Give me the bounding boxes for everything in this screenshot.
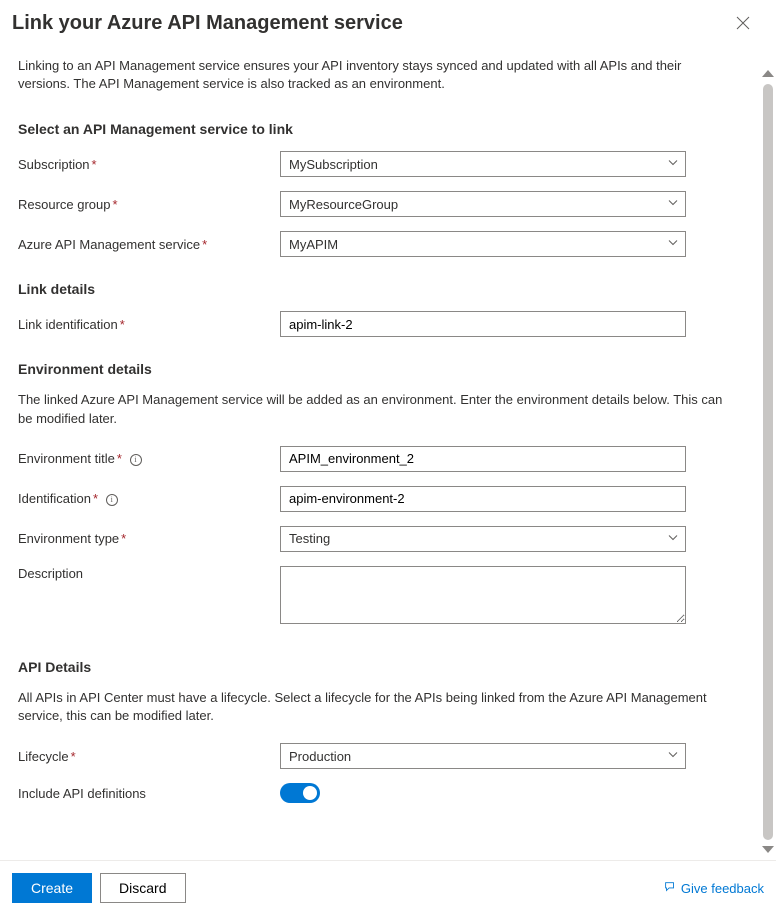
intro-text: Linking to an API Management service ens…: [18, 57, 736, 93]
panel-footer: Create Discard Give feedback: [0, 860, 776, 915]
section-api-heading: API Details: [18, 659, 736, 675]
input-env-title[interactable]: [280, 446, 686, 472]
row-link-id: Link identification*: [18, 311, 736, 337]
scrollbar-thumb[interactable]: [763, 84, 773, 840]
dropdown-lifecycle[interactable]: Production: [280, 743, 686, 769]
dropdown-resource-group[interactable]: MyResourceGroup: [280, 191, 686, 217]
create-button[interactable]: Create: [12, 873, 92, 903]
feedback-icon: [663, 880, 677, 897]
row-lifecycle: Lifecycle* Production: [18, 743, 736, 769]
section-link-details-heading: Link details: [18, 281, 736, 297]
chevron-down-icon: [667, 749, 679, 764]
label-env-type: Environment type*: [18, 531, 280, 546]
panel-header: Link your Azure API Management service: [0, 0, 776, 45]
required-indicator: *: [93, 491, 98, 506]
close-button[interactable]: [732, 12, 754, 37]
row-apim-service: Azure API Management service* MyAPIM: [18, 231, 736, 257]
dropdown-env-type[interactable]: Testing: [280, 526, 686, 552]
textarea-description[interactable]: [280, 566, 686, 624]
feedback-link[interactable]: Give feedback: [663, 880, 764, 897]
dropdown-apim-service[interactable]: MyAPIM: [280, 231, 686, 257]
section-select-heading: Select an API Management service to link: [18, 121, 736, 137]
input-identification[interactable]: [280, 486, 686, 512]
required-indicator: *: [120, 317, 125, 332]
toggle-thumb: [303, 786, 317, 800]
panel-body: Linking to an API Management service ens…: [0, 45, 776, 860]
required-indicator: *: [113, 197, 118, 212]
required-indicator: *: [92, 157, 97, 172]
label-description: Description: [18, 566, 280, 581]
panel-title: Link your Azure API Management service: [12, 12, 403, 35]
label-env-title: Environment title* i: [18, 451, 280, 466]
row-subscription: Subscription* MySubscription: [18, 151, 736, 177]
info-icon[interactable]: i: [130, 454, 142, 466]
required-indicator: *: [71, 749, 76, 764]
required-indicator: *: [121, 531, 126, 546]
env-subtext: The linked Azure API Management service …: [18, 391, 736, 427]
required-indicator: *: [117, 451, 122, 466]
toggle-include-defs[interactable]: [280, 783, 320, 803]
required-indicator: *: [202, 237, 207, 252]
row-description: Description: [18, 566, 736, 627]
close-icon: [736, 17, 750, 33]
blade-panel: Link your Azure API Management service L…: [0, 0, 776, 915]
row-resource-group: Resource group* MyResourceGroup: [18, 191, 736, 217]
input-link-id[interactable]: [280, 311, 686, 337]
dropdown-subscription[interactable]: MySubscription: [280, 151, 686, 177]
section-env-heading: Environment details: [18, 361, 736, 377]
chevron-down-icon: [667, 197, 679, 212]
label-subscription: Subscription*: [18, 157, 280, 172]
info-icon[interactable]: i: [106, 494, 118, 506]
label-lifecycle: Lifecycle*: [18, 749, 280, 764]
chevron-down-icon: [667, 531, 679, 546]
row-env-title: Environment title* i: [18, 446, 736, 472]
label-identification: Identification* i: [18, 491, 280, 506]
api-subtext: All APIs in API Center must have a lifec…: [18, 689, 736, 725]
scroll-up-icon[interactable]: [762, 70, 774, 77]
chevron-down-icon: [667, 157, 679, 172]
row-env-type: Environment type* Testing: [18, 526, 736, 552]
label-resource-group: Resource group*: [18, 197, 280, 212]
row-include-defs: Include API definitions: [18, 783, 736, 803]
label-include-defs: Include API definitions: [18, 786, 280, 801]
row-identification: Identification* i: [18, 486, 736, 512]
label-apim-service: Azure API Management service*: [18, 237, 280, 252]
scroll-down-icon[interactable]: [762, 846, 774, 853]
discard-button[interactable]: Discard: [100, 873, 185, 903]
chevron-down-icon: [667, 237, 679, 252]
label-link-id: Link identification*: [18, 317, 280, 332]
